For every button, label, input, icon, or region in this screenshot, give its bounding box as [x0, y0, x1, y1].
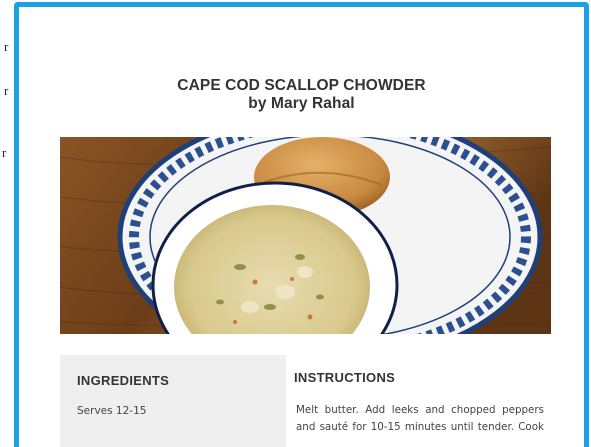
recipe-card: CAPE COD SCALLOP CHOWDER by Mary Rahal I… [14, 2, 589, 447]
ingredients-serves: Serves 12-15 [77, 405, 147, 417]
instructions-line: Melt butter. Add leeks and chopped peppe… [296, 404, 544, 416]
recipe-byline: by Mary Rahal [248, 95, 355, 112]
ingredients-panel: INGREDIENTS Serves 12-15 [60, 355, 286, 447]
chowder-photo [60, 137, 551, 334]
recipe-title-block: CAPE COD SCALLOP CHOWDER by Mary Rahal [19, 77, 584, 113]
ingredients-heading: INGREDIENTS [77, 373, 170, 388]
instructions-heading: INSTRUCTIONS [294, 370, 396, 385]
edge-glyph: r [4, 83, 9, 98]
edge-glyph: r [2, 145, 7, 160]
left-edge-strip: r r r [0, 0, 14, 432]
recipe-title: CAPE COD SCALLOP CHOWDER [177, 77, 426, 94]
chowder-photo-illustration [60, 137, 551, 334]
instructions-line: and sauté for 10-15 minutes until tender… [296, 421, 544, 433]
instructions-text: Melt butter. Add leeks and chopped peppe… [296, 402, 544, 436]
edge-glyph: r [4, 39, 9, 54]
